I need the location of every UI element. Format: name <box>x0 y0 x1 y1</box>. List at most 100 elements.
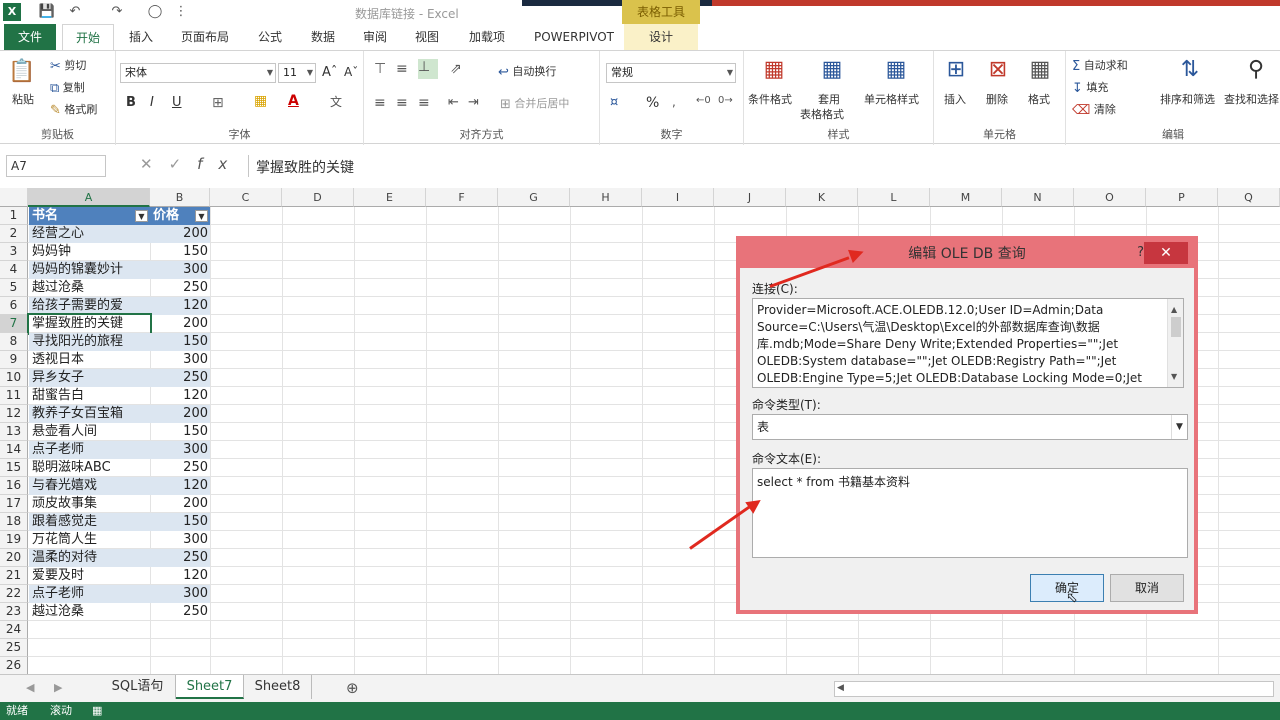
formula-input[interactable]: 掌握致胜的关键 <box>256 157 354 177</box>
conditional-format-button[interactable]: 条件格式 <box>748 91 792 107</box>
table-cell[interactable]: 聪明滋味ABC <box>29 459 150 477</box>
column-header[interactable]: K <box>786 188 858 207</box>
italic-button[interactable]: I <box>150 95 154 110</box>
tab-review[interactable]: 审阅 <box>352 24 398 50</box>
wrap-text-button[interactable]: ↩ 自动换行 <box>498 63 556 80</box>
comma-icon[interactable]: , <box>672 95 676 109</box>
table-cell[interactable]: 点子老师 <box>29 585 150 603</box>
row-header[interactable]: 23 <box>0 603 28 621</box>
tab-design[interactable]: 设计 <box>624 24 698 50</box>
align-center-icon[interactable]: ≡ <box>396 95 408 111</box>
format-cells-icon[interactable]: ▦ <box>1024 55 1056 85</box>
cell-styles-button[interactable]: 单元格样式 <box>864 91 919 107</box>
quick-access-icon[interactable]: ◯ <box>146 3 164 21</box>
table-format-button[interactable]: 表格格式 <box>800 106 844 122</box>
horizontal-scrollbar[interactable]: ◀ <box>834 681 1274 697</box>
table-cell[interactable]: 点子老师 <box>29 441 150 459</box>
tab-home[interactable]: 开始 <box>62 24 114 50</box>
table-cell[interactable]: 200 <box>150 225 210 243</box>
row-header[interactable]: 25 <box>0 639 28 657</box>
chevron-down-icon[interactable]: ▼ <box>1171 415 1187 439</box>
table-cell[interactable]: 300 <box>150 441 210 459</box>
table-cell[interactable]: 250 <box>150 549 210 567</box>
border-icon[interactable]: ⊞ <box>212 95 224 111</box>
row-header[interactable]: 22 <box>0 585 28 603</box>
table-cell[interactable]: 寻找阳光的旅程 <box>29 333 150 351</box>
column-header[interactable]: O <box>1074 188 1146 207</box>
row-header[interactable]: 6 <box>0 297 28 315</box>
paste-icon[interactable]: 📋 <box>6 57 38 87</box>
help-button[interactable]: ? <box>1137 240 1144 266</box>
table-cell[interactable]: 妈妈的锦囊妙计 <box>29 261 150 279</box>
row-header[interactable]: 11 <box>0 387 28 405</box>
paste-button[interactable]: 粘贴 <box>12 91 34 107</box>
format-painter-button[interactable]: ✎ 格式刷 <box>50 101 97 118</box>
table-cell[interactable]: 250 <box>150 603 210 621</box>
row-header[interactable]: 2 <box>0 225 28 243</box>
bold-button[interactable]: B <box>126 95 136 110</box>
table-cell[interactable]: 200 <box>150 405 210 423</box>
table-cell[interactable]: 300 <box>150 531 210 549</box>
scroll-left-icon[interactable]: ◀ <box>837 683 844 693</box>
table-cell[interactable]: 120 <box>150 297 210 315</box>
row-header[interactable]: 19 <box>0 531 28 549</box>
number-format-select[interactable]: 常规 ▼ <box>606 63 736 83</box>
table-cell[interactable]: 爱要及时 <box>29 567 150 585</box>
table-cell[interactable]: 300 <box>150 351 210 369</box>
insert-function-button[interactable]: fx <box>197 155 243 173</box>
table-cell[interactable]: 异乡女子 <box>29 369 150 387</box>
undo-icon[interactable]: ↶ <box>66 3 84 21</box>
close-button[interactable]: ✕ <box>1144 242 1188 264</box>
sort-filter-button[interactable]: 排序和筛选 <box>1160 91 1215 107</box>
prev-sheet-icon[interactable]: ◀ <box>26 681 34 694</box>
table-cell[interactable]: 透视日本 <box>29 351 150 369</box>
find-select-icon[interactable]: ⚲ <box>1240 55 1272 85</box>
filter-dropdown-icon[interactable]: ▼ <box>195 210 208 222</box>
table-cell[interactable]: 妈妈钟 <box>29 243 150 261</box>
sheet-tab-sql[interactable]: SQL语句 <box>100 675 176 699</box>
tab-file[interactable]: 文件 <box>4 24 56 50</box>
align-top-icon[interactable]: ⊤ <box>374 61 386 77</box>
column-header[interactable]: F <box>426 188 498 207</box>
table-cell[interactable]: 250 <box>150 459 210 477</box>
table-cell[interactable]: 掌握致胜的关键 <box>27 313 152 335</box>
table-format-icon[interactable]: ▦ <box>816 55 848 85</box>
command-text-input[interactable]: select * from 书籍基本资料 <box>752 468 1188 558</box>
customize-toolbar-icon[interactable]: ⋮ <box>172 3 190 21</box>
row-header[interactable]: 5 <box>0 279 28 297</box>
row-header[interactable]: 18 <box>0 513 28 531</box>
format-cells-button[interactable]: 格式 <box>1028 91 1050 107</box>
row-header[interactable]: 3 <box>0 243 28 261</box>
column-header[interactable]: B <box>150 188 210 207</box>
align-middle-icon[interactable]: ≡ <box>396 61 408 77</box>
column-header[interactable]: G <box>498 188 570 207</box>
table-cell[interactable]: 与春光嬉戏 <box>29 477 150 495</box>
row-header[interactable]: 9 <box>0 351 28 369</box>
row-header[interactable]: 1 <box>0 207 28 225</box>
row-header[interactable]: 16 <box>0 477 28 495</box>
align-left-icon[interactable]: ≡ <box>374 95 386 111</box>
table-cell[interactable]: 教养子女百宝箱 <box>29 405 150 423</box>
table-cell[interactable]: 150 <box>150 423 210 441</box>
table-cell[interactable]: 200 <box>150 315 210 333</box>
scroll-down-icon[interactable]: ▼ <box>1171 368 1177 385</box>
column-header[interactable]: C <box>210 188 282 207</box>
insert-cells-button[interactable]: 插入 <box>944 91 966 107</box>
delete-cells-button[interactable]: 删除 <box>986 91 1008 107</box>
enter-icon[interactable]: ✓ <box>169 155 198 173</box>
align-right-icon[interactable]: ≡ <box>418 95 430 111</box>
table-cell[interactable]: 120 <box>150 387 210 405</box>
insert-cells-icon[interactable]: ⊞ <box>940 55 972 85</box>
table-header-cell[interactable]: 价格 ▼ <box>150 207 210 225</box>
row-header[interactable]: 13 <box>0 423 28 441</box>
autosum-button[interactable]: Σ 自动求和 <box>1072 57 1128 74</box>
row-header[interactable]: 14 <box>0 441 28 459</box>
column-header[interactable]: Q <box>1218 188 1280 207</box>
table-cell[interactable]: 300 <box>150 585 210 603</box>
row-header[interactable]: 4 <box>0 261 28 279</box>
font-color-button[interactable]: A <box>288 93 299 109</box>
font-size-select[interactable]: 11 ▼ <box>278 63 316 83</box>
fill-color-icon[interactable]: ▦ <box>254 93 267 109</box>
orientation-icon[interactable]: ⇗ <box>450 61 462 77</box>
decrease-decimal-icon[interactable]: 0→ <box>718 95 733 106</box>
